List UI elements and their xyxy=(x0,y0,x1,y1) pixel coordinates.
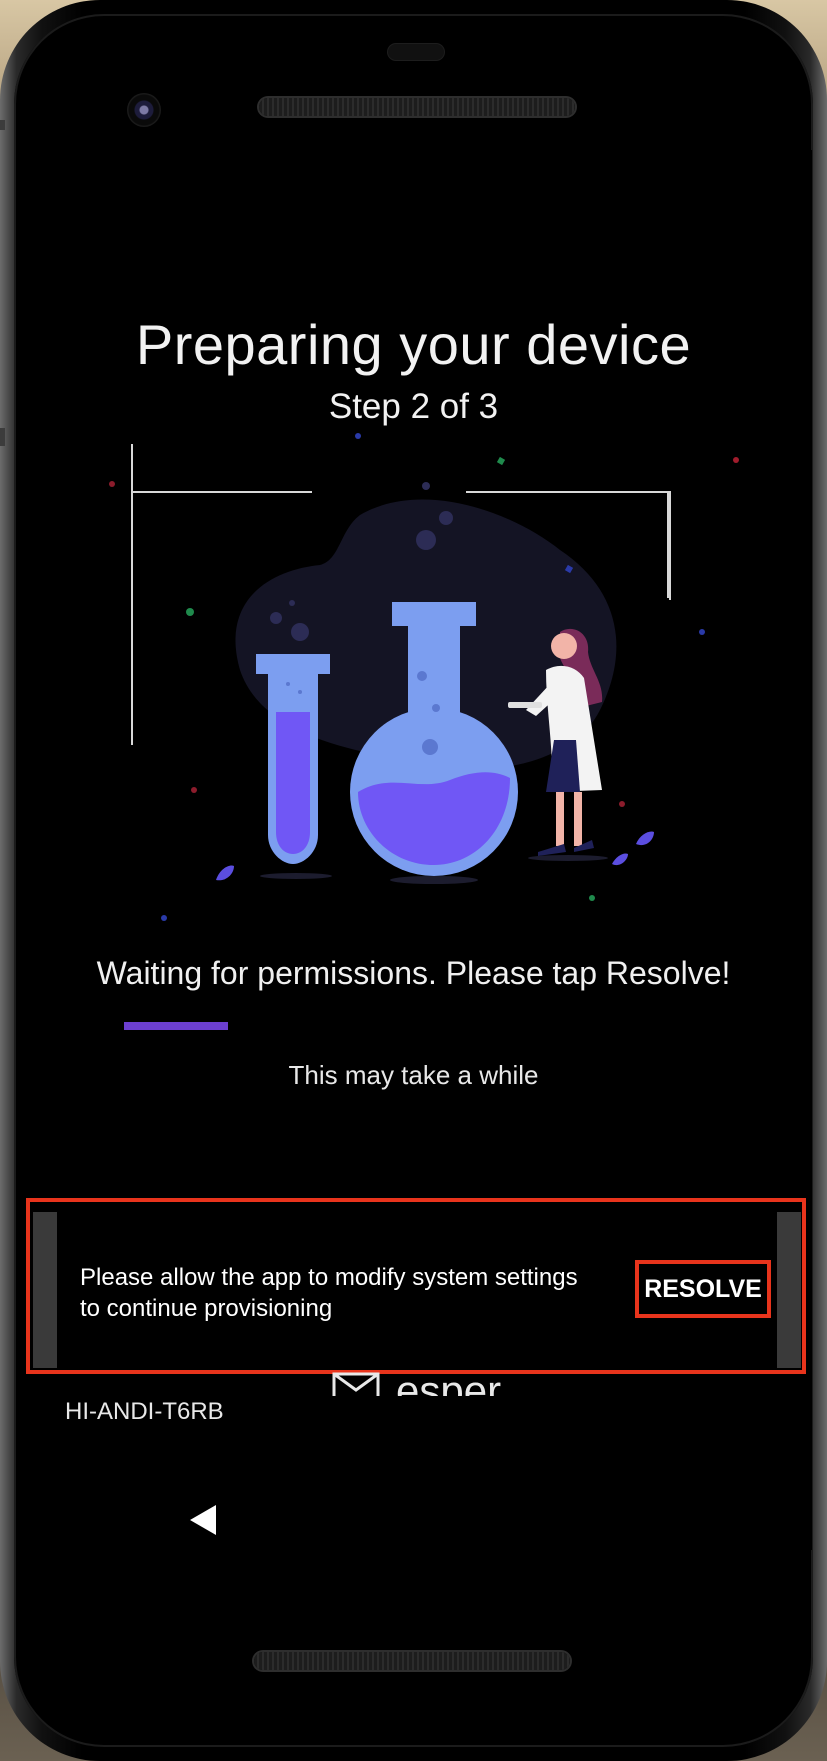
progress-bar xyxy=(124,1022,704,1030)
device-id: HI-ANDI-T6RB xyxy=(65,1398,224,1425)
snackbar-edge xyxy=(33,1212,57,1368)
side-button xyxy=(0,120,5,130)
bubble xyxy=(291,623,309,641)
confetti xyxy=(191,787,197,793)
confetti xyxy=(619,801,625,807)
test-tube-liquid xyxy=(276,712,310,854)
bubble xyxy=(439,511,453,525)
side-button xyxy=(0,428,5,446)
bottom-speaker xyxy=(254,1652,570,1670)
progress-bar-fill xyxy=(124,1022,229,1030)
bubble xyxy=(422,739,438,755)
confetti xyxy=(699,629,705,635)
permission-snackbar: Please allow the app to modify system se… xyxy=(33,1212,801,1368)
scientist-leg xyxy=(574,792,582,846)
clipboard xyxy=(508,702,542,708)
page-title: Preparing your device xyxy=(135,313,692,376)
scientist-head xyxy=(551,633,577,659)
brand-name: esper xyxy=(396,1367,502,1396)
snackbar-message: Please allow the app to modify system se… xyxy=(80,1264,578,1322)
shadow xyxy=(390,876,478,884)
leaf-decoration xyxy=(216,865,234,881)
resolve-button[interactable]: RESOLVE xyxy=(635,1260,771,1318)
shadow xyxy=(260,873,332,879)
bubble xyxy=(432,704,440,712)
snackbar-edge xyxy=(777,1212,801,1368)
leaf-decoration xyxy=(636,831,654,846)
bubble xyxy=(422,482,430,490)
flask-cap xyxy=(392,602,476,626)
test-tube-cap xyxy=(256,654,330,674)
scientist-leg xyxy=(556,792,564,846)
confetti xyxy=(109,481,115,487)
scientist-flask-illustration xyxy=(109,433,739,921)
confetti xyxy=(733,457,739,463)
confetti xyxy=(496,456,506,466)
leaf-decoration xyxy=(612,853,628,866)
confetti xyxy=(355,433,361,439)
bubble xyxy=(286,682,290,686)
bubble xyxy=(416,530,436,550)
bubble xyxy=(417,671,427,681)
shadow xyxy=(528,855,608,861)
confetti xyxy=(589,895,595,901)
back-triangle-icon[interactable] xyxy=(186,1503,220,1537)
scientist-shoe xyxy=(538,844,566,856)
bubble xyxy=(289,600,295,606)
esper-logo-icon xyxy=(332,1372,380,1396)
bubble xyxy=(270,612,282,624)
earpiece-speaker xyxy=(259,98,575,116)
confetti xyxy=(186,608,194,616)
front-camera-icon xyxy=(127,93,161,127)
confetti xyxy=(161,915,167,921)
status-message: Waiting for permissions. Please tap Reso… xyxy=(96,955,731,991)
brand-logo: esper xyxy=(330,1362,510,1396)
wait-note: This may take a while xyxy=(288,1060,539,1090)
bubble xyxy=(298,690,302,694)
flask-neck xyxy=(408,626,460,716)
proximity-sensor xyxy=(388,44,444,60)
